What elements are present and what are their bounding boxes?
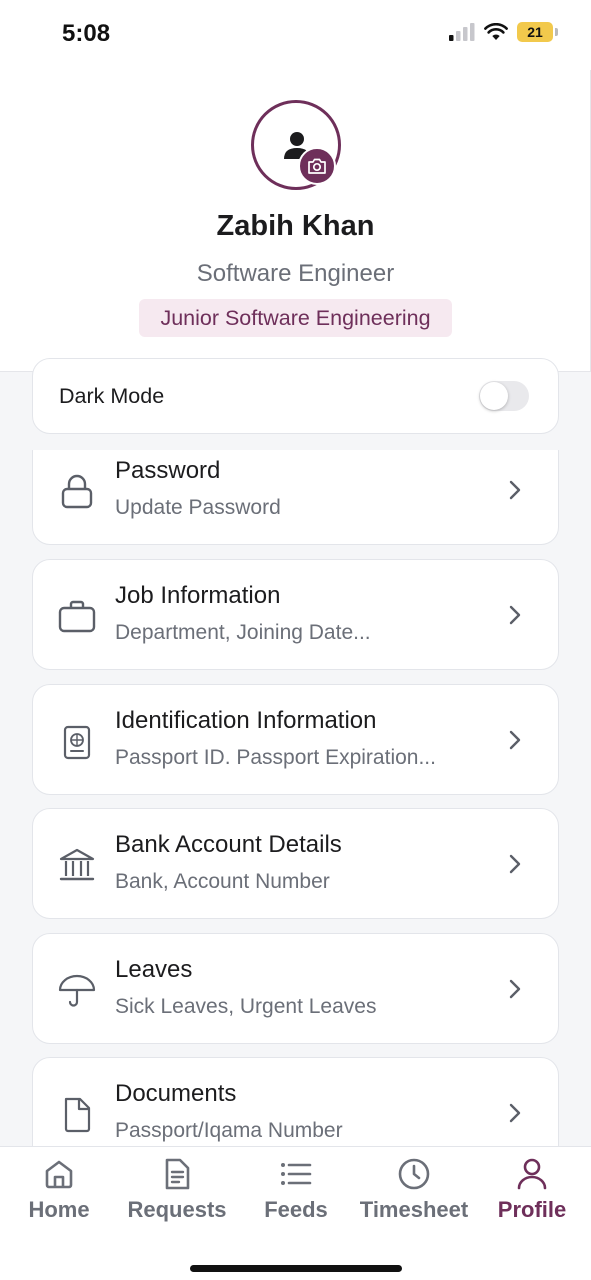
menu-item-identification-information[interactable]: Identification Information Passport ID. …	[32, 684, 559, 795]
status-bar: 5:08 21	[0, 0, 591, 70]
nav-timesheet[interactable]: Timesheet	[356, 1157, 472, 1223]
dark-mode-toggle[interactable]	[479, 381, 529, 411]
chevron-right-icon	[509, 480, 521, 500]
bank-icon	[59, 848, 95, 881]
chevron-right-icon	[509, 979, 521, 999]
status-time: 5:08	[62, 20, 111, 47]
menu-item-subtitle: Passport/Iqama Number	[115, 1119, 343, 1142]
profile-menu: Password Update Password Job Information…	[0, 450, 591, 1146]
menu-item-title: Documents	[115, 1080, 237, 1107]
status-icons: 21	[449, 22, 558, 42]
toggle-knob	[480, 382, 508, 410]
home-indicator	[190, 1265, 402, 1272]
chevron-right-icon	[509, 730, 521, 750]
camera-icon	[308, 158, 326, 174]
signal-icon	[449, 23, 475, 41]
profile-name: Zabih Khan	[216, 210, 375, 242]
menu-item-subtitle: Sick Leaves, Urgent Leaves	[115, 995, 377, 1018]
requests-icon	[165, 1158, 190, 1190]
menu-item-title: Identification Information	[115, 707, 377, 734]
nav-home[interactable]: Home	[26, 1157, 92, 1223]
umbrella-icon	[58, 974, 96, 1007]
document-icon	[64, 1097, 91, 1133]
bottom-nav: Home Requests Feeds Timesheet Profile	[0, 1146, 591, 1280]
profile-header: Zabih Khan Software Engineer Junior Soft…	[0, 70, 591, 372]
nav-profile[interactable]: Profile	[496, 1157, 568, 1223]
chevron-right-icon	[509, 854, 521, 874]
chevron-right-icon	[509, 1103, 521, 1123]
menu-item-subtitle: Update Password	[115, 496, 281, 519]
feeds-icon	[281, 1163, 312, 1185]
briefcase-icon	[58, 600, 96, 633]
nav-label: Requests	[127, 1197, 227, 1222]
wifi-icon	[484, 23, 508, 40]
home-icon	[45, 1160, 73, 1189]
menu-item-subtitle: Bank, Account Number	[115, 870, 330, 893]
nav-requests[interactable]: Requests	[126, 1157, 228, 1223]
menu-item-password[interactable]: Password Update Password	[32, 450, 559, 545]
menu-item-title: Bank Account Details	[115, 831, 342, 858]
nav-label: Profile	[497, 1197, 567, 1222]
menu-item-subtitle: Department, Joining Date...	[115, 621, 371, 644]
menu-item-job-information[interactable]: Job Information Department, Joining Date…	[32, 559, 559, 670]
menu-item-title: Password	[115, 457, 221, 484]
nav-label: Home	[28, 1197, 90, 1222]
menu-item-title: Leaves	[115, 956, 193, 983]
profile-screen: 5:08 21 Zabih Khan Software Engineer Jun…	[0, 0, 591, 1280]
dark-mode-card: Dark Mode	[32, 358, 559, 434]
battery-icon: 21	[517, 22, 558, 42]
nav-feeds[interactable]: Feeds	[262, 1157, 330, 1223]
profile-job-title: Software Engineer	[196, 260, 395, 287]
passport-icon	[63, 725, 91, 760]
menu-item-bank-account-details[interactable]: Bank Account Details Bank, Account Numbe…	[32, 808, 559, 919]
menu-item-subtitle: Passport ID. Passport Expiration...	[115, 746, 436, 769]
user-icon	[517, 1158, 547, 1190]
nav-label: Feeds	[264, 1197, 328, 1222]
menu-item-title: Job Information	[115, 582, 281, 609]
lock-icon	[61, 474, 93, 509]
nav-label: Timesheet	[359, 1197, 469, 1222]
menu-item-leaves[interactable]: Leaves Sick Leaves, Urgent Leaves	[32, 933, 559, 1044]
profile-badge: Junior Software Engineering	[139, 299, 452, 337]
chevron-right-icon	[509, 605, 521, 625]
clock-icon	[398, 1158, 430, 1190]
dark-mode-label: Dark Mode	[59, 384, 165, 408]
menu-item-documents[interactable]: Documents Passport/Iqama Number	[32, 1057, 559, 1146]
change-photo-button[interactable]	[298, 147, 336, 185]
